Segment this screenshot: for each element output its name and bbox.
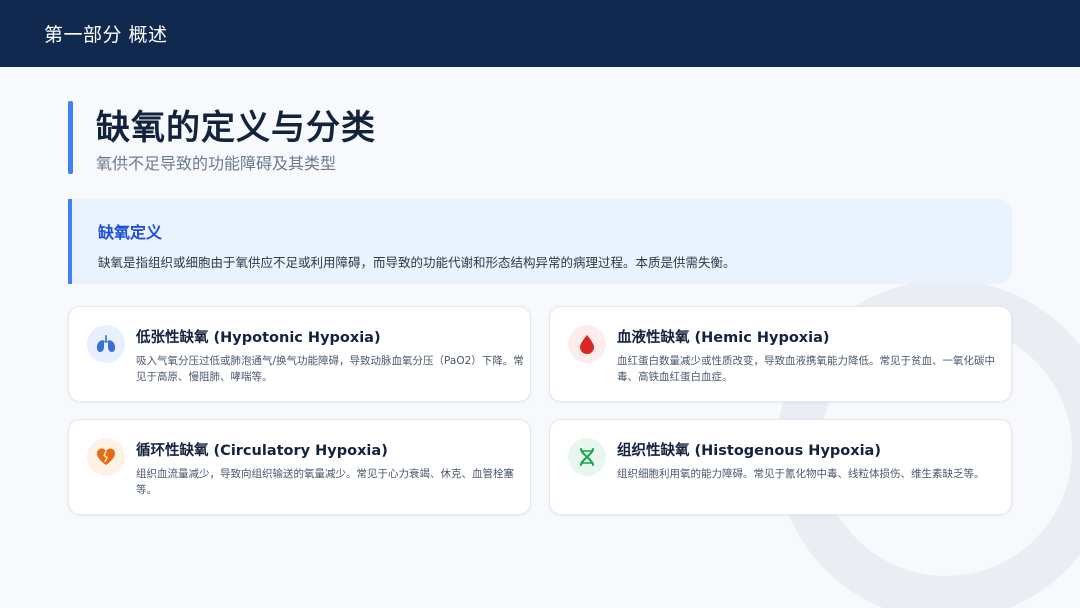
definition-text: 缺氧是指组织或细胞由于氧供应不足或利用障碍，而导致的功能代谢和形态结构异常的病理… (98, 255, 736, 270)
card-title: 低张性缺氧 (Hypotonic Hypoxia) (136, 330, 381, 346)
blood-drop-icon (568, 325, 606, 363)
card-hemic-hypoxia: 血液性缺氧 (Hemic Hypoxia) 血红蛋白数量减少或性质改变，导致血液… (549, 306, 1012, 402)
dna-icon (568, 438, 606, 476)
section-title: 第一部分 概述 (44, 24, 168, 46)
card-hypotonic-hypoxia: 低张性缺氧 (Hypotonic Hypoxia) 吸入气氧分压过低或肺泡通气/… (68, 306, 531, 402)
card-circulatory-hypoxia: 循环性缺氧 (Circulatory Hypoxia) 组织血流量减少，导致向组… (68, 419, 531, 515)
definition-title: 缺氧定义 (98, 223, 163, 242)
lungs-icon (87, 325, 125, 363)
card-title: 组织性缺氧 (Histogenous Hypoxia) (617, 443, 881, 459)
card-description: 血红蛋白数量减少或性质改变，导致血液携氧能力降低。常见于贫血、一氧化碳中毒、高铁… (617, 355, 995, 383)
page-title: 缺氧的定义与分类 (96, 108, 376, 148)
card-description: 吸入气氧分压过低或肺泡通气/换气功能障碍，导致动脉血氧分压（PaO2）下降。常见… (136, 355, 524, 383)
page-subtitle: 氧供不足导致的功能障碍及其类型 (96, 154, 337, 173)
card-description: 组织细胞利用氧的能力障碍。常见于氰化物中毒、线粒体损伤、维生素缺乏等。 (617, 468, 985, 480)
title-accent-bar (68, 101, 73, 174)
card-description: 组织血流量减少，导致向组织输送的氧量减少。常见于心力衰竭、休克、血管栓塞等。 (136, 468, 514, 496)
card-histogenous-hypoxia: 组织性缺氧 (Histogenous Hypoxia) 组织细胞利用氧的能力障碍… (549, 419, 1012, 515)
definition-box: 缺氧定义 缺氧是指组织或细胞由于氧供应不足或利用障碍，而导致的功能代谢和形态结构… (68, 199, 1012, 284)
card-title: 循环性缺氧 (Circulatory Hypoxia) (136, 443, 388, 459)
card-title: 血液性缺氧 (Hemic Hypoxia) (617, 330, 830, 346)
heart-broken-icon (87, 438, 125, 476)
top-header-bar: 第一部分 概述 (0, 0, 1080, 67)
